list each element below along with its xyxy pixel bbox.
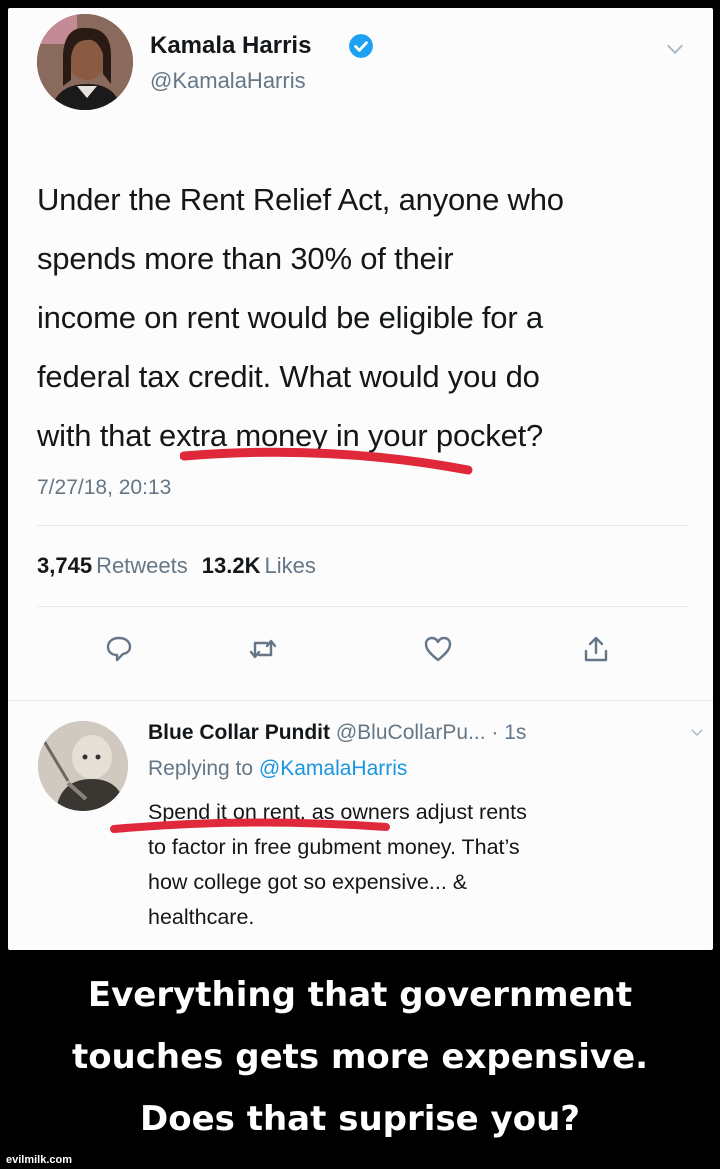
reply-author-name[interactable]: Blue Collar Pundit: [148, 721, 330, 744]
divider: [37, 606, 689, 607]
likes-label[interactable]: Likes: [265, 553, 316, 578]
replying-to-prefix: Replying to: [148, 757, 254, 780]
like-icon[interactable]: [423, 634, 453, 664]
tweet-text-line: spends more than 30% of their: [37, 241, 454, 276]
caption-line: touches gets more expensive.: [71, 1037, 649, 1077]
retweets-label[interactable]: Retweets: [96, 553, 188, 578]
reply-avatar[interactable]: [38, 721, 128, 811]
tweet-text-line: federal tax credit. What would you do: [37, 359, 540, 394]
reply-icon[interactable]: [104, 634, 134, 664]
reply-text-line: to factor in free gubment money. That’s: [148, 835, 520, 859]
tweet-stats: 3,745 Retweets 13.2K Likes: [37, 553, 316, 579]
reply-tweet[interactable]: Blue Collar Pundit @BluCollarPu... · 1s …: [8, 700, 713, 951]
divider: [37, 525, 689, 526]
reply-text-line: healthcare.: [148, 905, 255, 929]
chevron-down-icon[interactable]: [688, 723, 706, 741]
reply-text-line: how college got so expensive... &: [148, 870, 468, 894]
tweet-text-line: Under the Rent Relief Act, anyone who: [37, 182, 564, 217]
tweet-timestamp[interactable]: 7/27/18, 20:13: [37, 476, 171, 500]
tweet-text-line: income on rent would be eligible for a: [37, 300, 543, 335]
share-icon[interactable]: [581, 634, 611, 664]
reply-time[interactable]: · 1s: [491, 721, 526, 744]
reply-text: Spend it on rent, as owners adjust rents…: [148, 795, 698, 935]
author-handle[interactable]: @KamalaHarris: [150, 68, 306, 94]
meme-caption: Everything that government touches gets …: [0, 964, 720, 1150]
caption-line: Everything that government: [87, 975, 633, 1015]
retweet-icon[interactable]: [248, 634, 278, 664]
author-name[interactable]: Kamala Harris: [150, 32, 311, 60]
retweets-count[interactable]: 3,745: [37, 553, 92, 578]
reply-author-handle[interactable]: @BluCollarPu...: [336, 721, 486, 744]
replying-to-handle[interactable]: @KamalaHarris: [259, 757, 408, 780]
reply-header: Blue Collar Pundit @BluCollarPu... · 1s: [148, 721, 526, 745]
verified-badge-icon: [349, 34, 373, 58]
likes-count[interactable]: 13.2K: [202, 553, 261, 578]
reply-text-line: Spend it on rent, as owners adjust rents: [148, 800, 527, 824]
chevron-down-icon[interactable]: [664, 38, 686, 60]
tweet-text-line: with that extra money in your pocket?: [37, 418, 544, 453]
replying-to: Replying to @KamalaHarris: [148, 757, 407, 781]
watermark: evilmilk.com: [6, 1154, 73, 1166]
tweet-text: Under the Rent Relief Act, anyone who sp…: [37, 170, 687, 465]
tweet-card: Kamala Harris @KamalaHarris Under the Re…: [8, 8, 713, 950]
author-avatar[interactable]: [37, 14, 133, 110]
caption-line: Does that suprise you?: [140, 1099, 580, 1139]
